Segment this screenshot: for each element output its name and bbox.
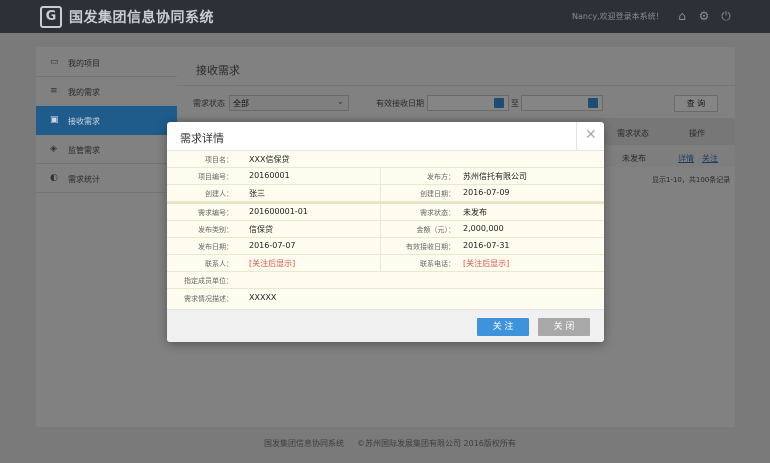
demand-no-value: 201600001-01	[249, 207, 308, 216]
column-divider	[380, 221, 381, 238]
detail-row: 需求情况描述： XXXXX	[167, 289, 604, 306]
demand-status-label: 需求状态：	[420, 209, 455, 217]
chevron-down-icon: ⌄	[336, 97, 344, 107]
status-select[interactable]: 全部 ⌄	[229, 95, 349, 111]
demand-status-value: 未发布	[463, 208, 487, 217]
sidebar-item-label: 我的需求	[68, 88, 100, 97]
app-title: 国发集团信息协同系统	[69, 10, 214, 26]
publisher-label: 发布方：	[427, 173, 455, 181]
column-divider	[380, 168, 381, 185]
close-button[interactable]: 关 闭	[538, 318, 590, 336]
detail-row: 项目编号： 20160001 发布方： 苏州信托有限公司	[167, 168, 604, 185]
start-date-input[interactable]	[427, 95, 509, 111]
creator-label: 创建人：	[205, 190, 233, 198]
detail-row: 指定成员单位：	[167, 272, 604, 289]
phone-label: 联系电话：	[420, 260, 455, 268]
column-divider	[380, 238, 381, 255]
status-select-value: 全部	[233, 99, 249, 108]
detail-table: 项目名： XXX信保贷 项目编号： 20160001 发布方： 苏州信托有限公司…	[167, 151, 604, 309]
query-button[interactable]: 查 询	[674, 95, 718, 112]
list-icon: ≡	[50, 86, 58, 96]
valid-date-value: 2016-07-31	[463, 241, 510, 250]
footer-system-name: 国发集团信息协同系统	[264, 439, 344, 448]
welcome-text: Nancy,欢迎登录本系统！	[572, 12, 664, 21]
amount-value: 2,000,000	[463, 224, 504, 233]
row-status: 未发布	[622, 154, 646, 163]
close-icon: ✕	[585, 127, 597, 143]
modal-close-button[interactable]: ✕	[576, 122, 604, 150]
sidebar-item-supervised-demands[interactable]: ◈ 监管需求	[36, 135, 177, 164]
pagination-info: 显示1-10，共100条记录	[652, 176, 731, 184]
sidebar-item-demand-stats[interactable]: ◐ 需求统计	[36, 164, 177, 193]
project-name-value: XXX信保贷	[249, 155, 290, 164]
modal-title: 需求详情	[180, 132, 224, 145]
detail-row: 发布类别： 信保贷 金额（元）： 2,000,000	[167, 221, 604, 238]
publish-type-label: 发布类别：	[198, 226, 233, 234]
publisher-value: 苏州信托有限公司	[463, 172, 527, 181]
date-filter-label: 有效接收日期	[376, 99, 424, 108]
project-no-value: 20160001	[249, 171, 290, 180]
follow-link[interactable]: 关注	[702, 153, 718, 164]
home-icon[interactable]: ⌂	[675, 9, 689, 23]
column-divider	[380, 255, 381, 272]
page-title: 接收需求	[196, 64, 240, 77]
demand-detail-modal: 需求详情 ✕ 项目名： XXX信保贷 项目编号： 20160001 发布方： 苏…	[167, 122, 604, 342]
phone-value: [关注后显示]	[463, 259, 510, 268]
project-name-label: 项目名：	[205, 156, 233, 164]
sidebar-item-label: 需求统计	[68, 175, 100, 184]
detail-row: 创建人： 张三 创建日期： 2016-07-09	[167, 185, 604, 202]
publish-date-value: 2016-07-07	[249, 241, 296, 250]
detail-row: 发布日期： 2016-07-07 有效接收日期： 2016-07-31	[167, 238, 604, 255]
publish-type-value: 信保贷	[249, 225, 273, 234]
inbox-icon: ▣	[50, 115, 59, 125]
column-header-actions: 操作	[689, 129, 705, 138]
contact-label: 联系人：	[205, 260, 233, 268]
detail-row: 需求编号： 201600001-01 需求状态： 未发布	[167, 204, 604, 221]
date-to-label: 至	[511, 99, 519, 108]
power-icon[interactable]: ⏻	[719, 9, 733, 23]
description-value: XXXXX	[249, 293, 277, 302]
project-no-label: 项目编号：	[198, 173, 233, 181]
end-date-input[interactable]	[521, 95, 603, 111]
amount-label: 金额（元）：	[416, 226, 456, 234]
title-divider	[177, 85, 735, 86]
calendar-icon[interactable]	[588, 98, 598, 108]
top-header: G 国发集团信息协同系统 Nancy,欢迎登录本系统！ ⌂ ⚙ ⏻	[0, 0, 770, 33]
valid-date-label: 有效接收日期：	[406, 243, 455, 251]
logo: G	[40, 6, 62, 28]
description-label: 需求情况描述：	[184, 295, 233, 303]
folder-icon: ▭	[50, 57, 59, 67]
column-header-status: 需求状态	[617, 129, 649, 138]
follow-button[interactable]: 关 注	[477, 318, 529, 336]
sidebar-item-my-projects[interactable]: ▭ 我的项目	[36, 48, 177, 77]
member-unit-label: 指定成员单位：	[184, 277, 233, 285]
footer-copyright: ©苏州国际发展集团有限公司 2016版权所有	[357, 439, 516, 448]
demand-no-label: 需求编号：	[198, 209, 233, 217]
shield-icon: ◈	[50, 144, 57, 154]
sidebar-item-label: 我的项目	[68, 59, 100, 68]
created-date-value: 2016-07-09	[463, 188, 510, 197]
sidebar-divider	[36, 192, 177, 193]
sidebar-item-label: 接收需求	[68, 117, 100, 126]
column-divider	[380, 204, 381, 221]
sidebar-item-my-demands[interactable]: ≡ 我的需求	[36, 77, 177, 106]
modal-footer: 关 注 关 闭	[167, 309, 604, 342]
detail-row: 联系人： [关注后显示] 联系电话： [关注后显示]	[167, 255, 604, 272]
detail-row: 项目名： XXX信保贷	[167, 151, 604, 168]
created-date-label: 创建日期：	[420, 190, 455, 198]
settings-icon[interactable]: ⚙	[697, 9, 711, 23]
creator-value: 张三	[249, 189, 265, 198]
status-filter-label: 需求状态	[193, 99, 225, 108]
column-divider	[380, 185, 381, 202]
pie-chart-icon: ◐	[50, 173, 58, 183]
publish-date-label: 发布日期：	[198, 243, 233, 251]
detail-link[interactable]: 详情	[678, 153, 694, 164]
sidebar-item-received-demands[interactable]: ▣ 接收需求	[36, 106, 177, 135]
calendar-icon[interactable]	[494, 98, 504, 108]
sidebar-item-label: 监管需求	[68, 146, 100, 155]
contact-value: [关注后显示]	[249, 259, 296, 268]
